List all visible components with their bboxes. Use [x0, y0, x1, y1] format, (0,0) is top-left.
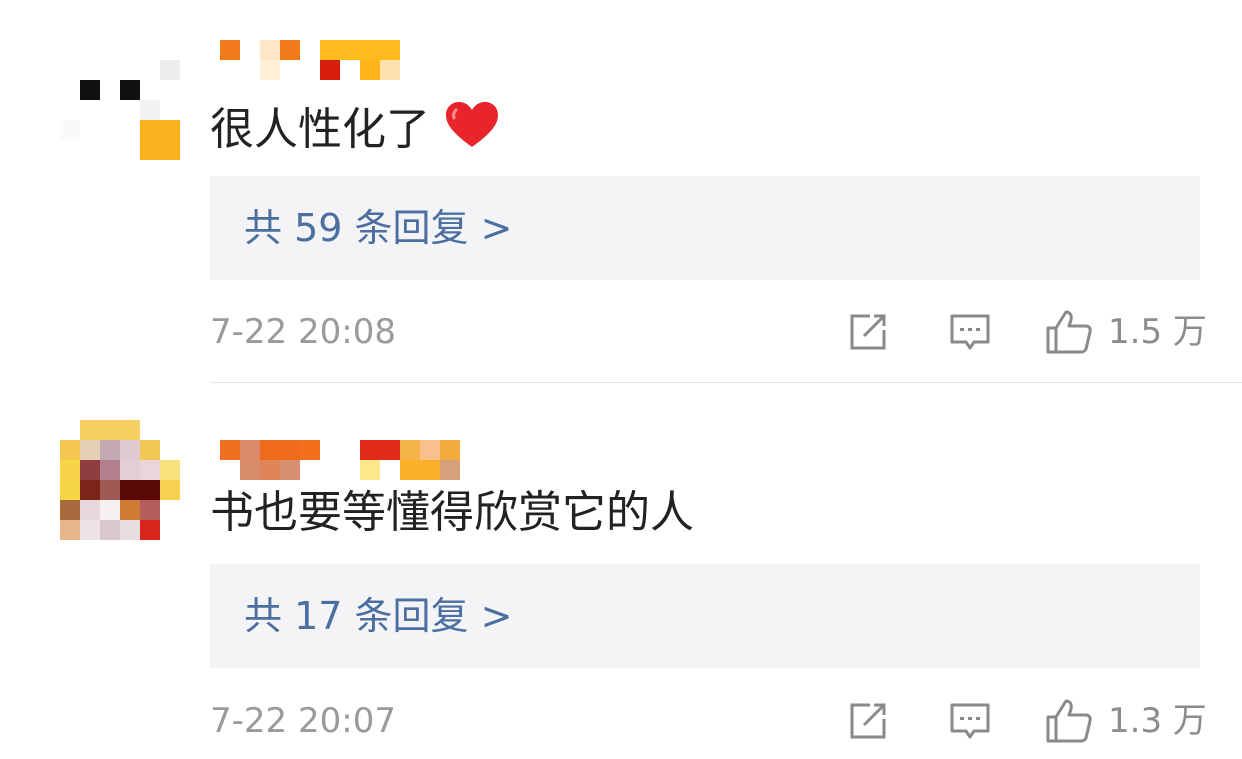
comment-icon: [950, 703, 990, 739]
comment-button[interactable]: [948, 310, 992, 354]
comment-text: 书也要等懂得欣赏它的人: [210, 487, 694, 539]
like-count: 1.3 万: [1108, 701, 1207, 741]
like-button[interactable]: 1.3 万: [1044, 697, 1207, 745]
username-obscured[interactable]: [220, 40, 470, 80]
replies-label: 共 17 条回复 >: [244, 594, 513, 638]
like-count: 1.5 万: [1108, 312, 1207, 352]
timestamp: 7-22 20:07: [210, 701, 396, 741]
avatar[interactable]: [60, 40, 180, 160]
share-icon: [850, 314, 886, 350]
view-replies-button[interactable]: 共 59 条回复 >: [210, 176, 1200, 280]
thumbs-up-icon: [1044, 697, 1094, 745]
comment-meta: 7-22 20:07 1.3 万: [210, 695, 1210, 747]
replies-label: 共 59 条回复 >: [244, 206, 513, 250]
share-icon: [850, 703, 886, 739]
comment-item: 书也要等懂得欣赏它的人 共 17 条回复 > 7-22 20:07 1.3 万: [0, 383, 1242, 759]
comment-icon: [950, 314, 990, 350]
comment-button[interactable]: [948, 699, 992, 743]
comment-text-content: 书也要等懂得欣赏它的人: [210, 487, 694, 538]
avatar[interactable]: [60, 420, 180, 540]
share-button[interactable]: [846, 699, 890, 743]
comment-list: 很人性化了 共 59 条回复 > 7-22 20:08 1.5 万 书也要等懂得…: [0, 0, 1242, 759]
heart-icon: [444, 100, 500, 150]
like-button[interactable]: 1.5 万: [1044, 308, 1207, 356]
comment-meta: 7-22 20:08 1.5 万: [210, 306, 1210, 358]
comment-item: 很人性化了 共 59 条回复 > 7-22 20:08 1.5 万: [0, 0, 1242, 383]
comment-text: 很人性化了: [210, 100, 500, 156]
view-replies-button[interactable]: 共 17 条回复 >: [210, 564, 1200, 668]
timestamp: 7-22 20:08: [210, 312, 396, 352]
comment-text-content: 很人性化了: [210, 104, 430, 155]
share-button[interactable]: [846, 310, 890, 354]
username-obscured[interactable]: [220, 440, 470, 480]
thumbs-up-icon: [1044, 308, 1094, 356]
